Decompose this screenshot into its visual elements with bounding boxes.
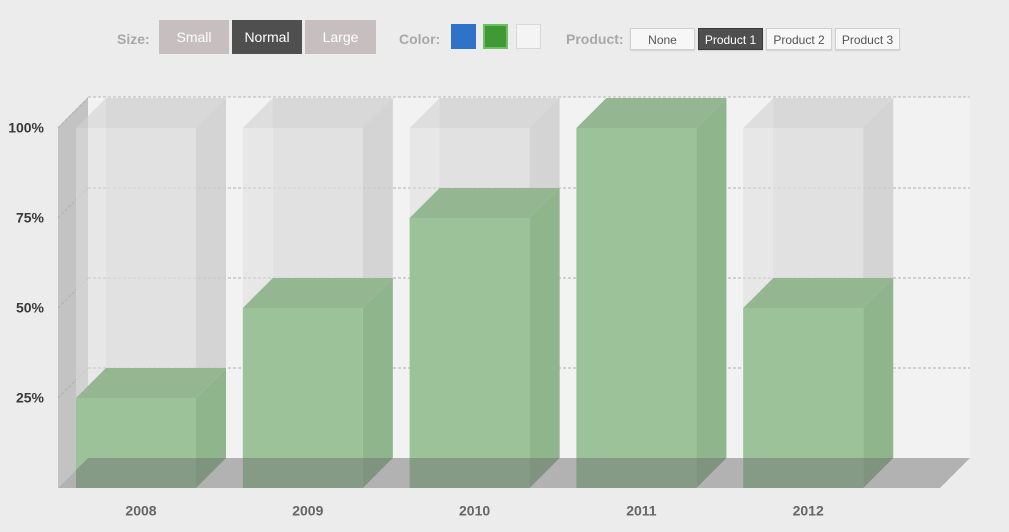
y-tick-label: 75% bbox=[16, 210, 45, 226]
floor bbox=[58, 458, 970, 488]
x-tick-label: 2008 bbox=[125, 503, 156, 519]
x-tick-label: 2009 bbox=[292, 503, 323, 519]
bar-side bbox=[696, 98, 727, 488]
x-tick-label: 2011 bbox=[626, 503, 657, 519]
bar-chart: 25% 50% 75% 100% 2008 2009 2010 2011 2012 bbox=[8, 96, 970, 519]
bar-side bbox=[863, 278, 894, 488]
x-tick-label: 2012 bbox=[793, 503, 824, 519]
bar-side bbox=[362, 278, 393, 488]
x-tick-label: 2010 bbox=[459, 503, 490, 519]
y-tick-label: 50% bbox=[16, 300, 45, 316]
bar bbox=[409, 218, 530, 488]
bar-side bbox=[529, 188, 560, 488]
y-tick-label: 25% bbox=[16, 390, 45, 406]
y-tick-label: 100% bbox=[8, 120, 44, 136]
bar bbox=[576, 128, 697, 488]
